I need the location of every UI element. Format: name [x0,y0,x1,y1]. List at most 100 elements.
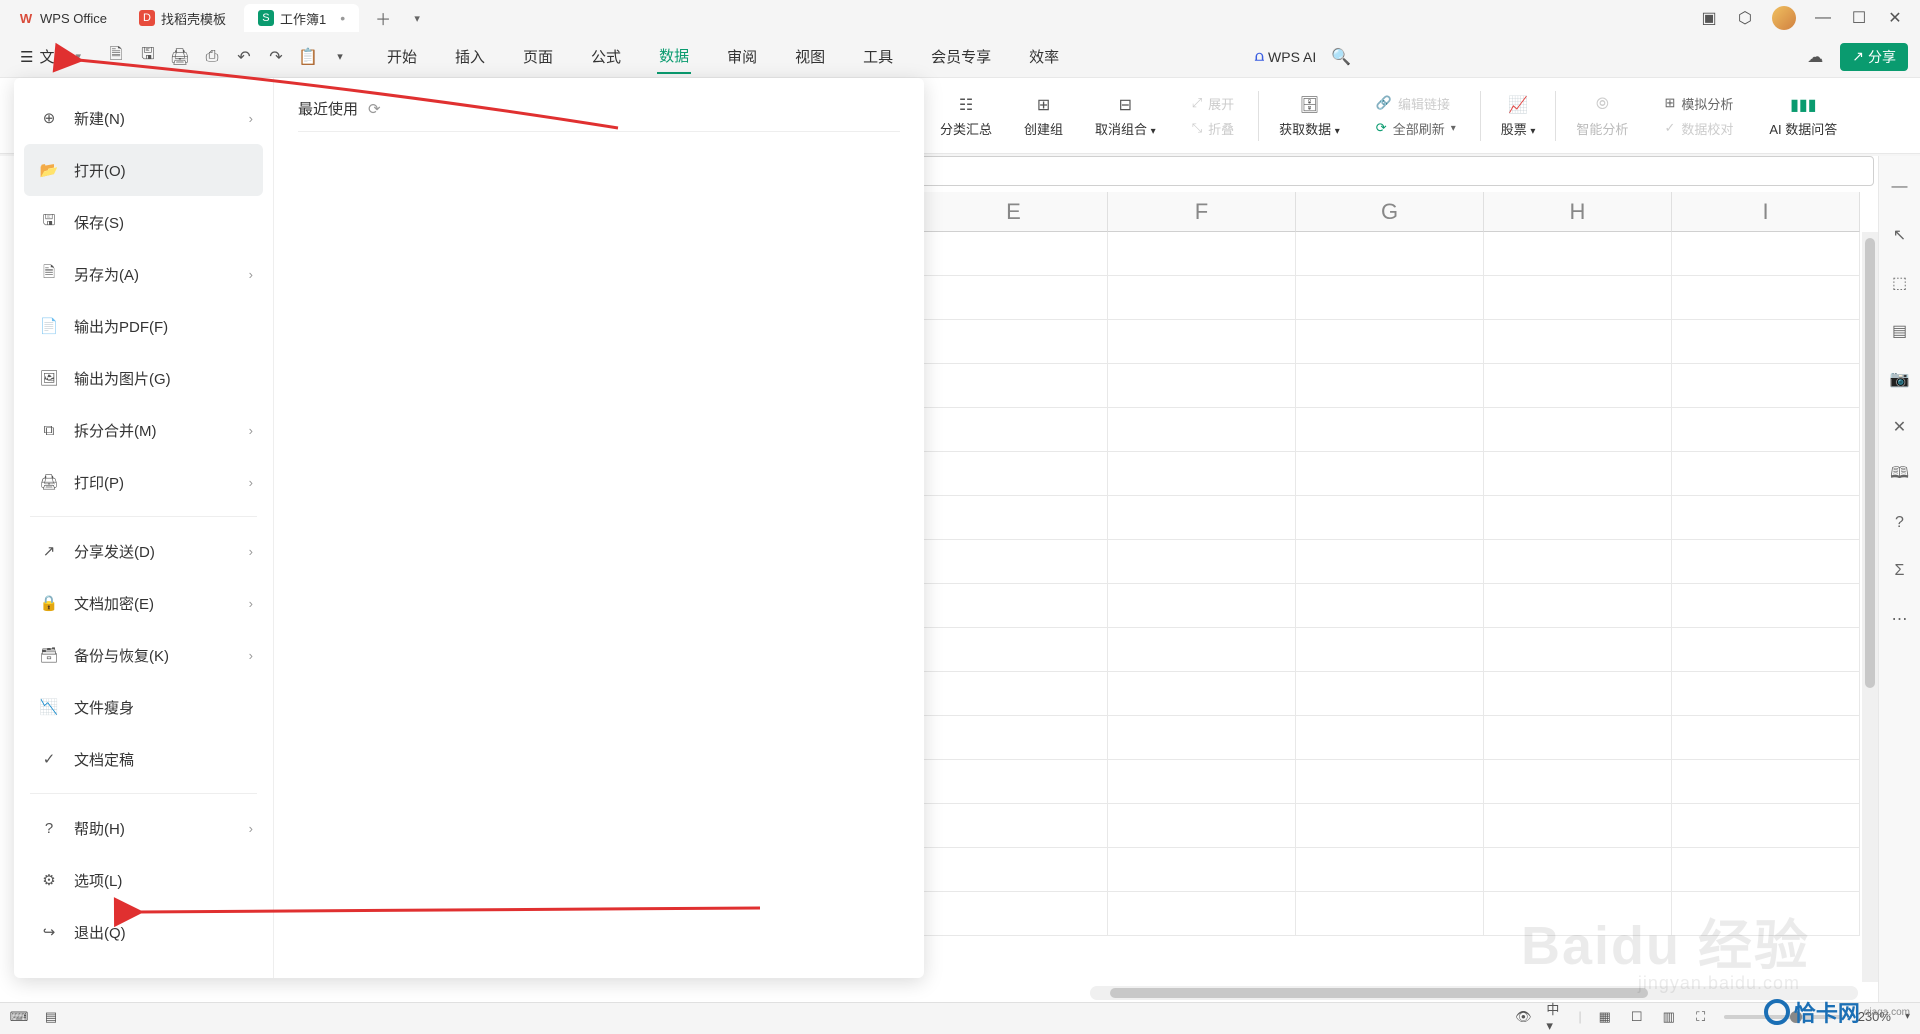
cell[interactable] [920,628,1108,672]
cell[interactable] [1672,848,1860,892]
cell[interactable] [920,496,1108,540]
view-break-icon[interactable]: ▥ [1660,1008,1678,1026]
grid[interactable] [920,232,1860,982]
cell[interactable] [920,716,1108,760]
column-header-F[interactable]: F [1108,192,1296,232]
menu-tab-会员专享[interactable]: 会员专享 [929,40,993,73]
cell[interactable] [1484,232,1672,276]
cell[interactable] [1296,276,1484,320]
cell[interactable] [920,452,1108,496]
cell[interactable] [1296,540,1484,584]
file-menu-item[interactable]: 📉文件瘦身 [24,681,263,733]
cell[interactable] [920,232,1108,276]
cell[interactable] [1108,672,1296,716]
template-tab[interactable]: D 找稻壳模板 [125,4,240,32]
file-menu-item[interactable]: ✓文档定稿 [24,733,263,785]
print-preview-icon[interactable]: ⎙ [203,48,221,66]
edit-link-button[interactable]: 🔗编辑链接 [1372,92,1454,115]
menu-tab-视图[interactable]: 视图 [793,40,827,73]
cell[interactable] [920,804,1108,848]
menu-tab-公式[interactable]: 公式 [589,40,623,73]
cell[interactable] [1108,408,1296,452]
cell[interactable] [1296,452,1484,496]
menu-tab-审阅[interactable]: 审阅 [725,40,759,73]
column-header-H[interactable]: H [1484,192,1672,232]
cell[interactable] [1296,760,1484,804]
datacheck-button[interactable]: ✓数据校对 [1660,117,1737,140]
column-header-I[interactable]: I [1672,192,1860,232]
menu-tab-工具[interactable]: 工具 [861,40,895,73]
keyboard-icon[interactable]: ⌨ [10,1008,28,1026]
refresh-icon[interactable]: ⟳ [368,100,381,118]
paste-icon[interactable]: 📋 [299,48,317,66]
ribbon-smart-analysis[interactable]: ⦾ 智能分析 [1564,82,1640,149]
cell[interactable] [1672,320,1860,364]
cell[interactable] [1108,584,1296,628]
cell[interactable] [1484,716,1672,760]
ribbon-subtotal[interactable]: ☷ 分类汇总 [928,82,1004,149]
ribbon-stock[interactable]: 📈 股票 ▾ [1489,82,1548,149]
cell[interactable] [1108,452,1296,496]
cell[interactable] [1108,540,1296,584]
file-menu-item[interactable]: ?帮助(H)› [24,802,263,854]
cell[interactable] [1672,760,1860,804]
cell[interactable] [1672,716,1860,760]
file-menu-item[interactable]: ⧉拆分合并(M)› [24,404,263,456]
cell[interactable] [1484,540,1672,584]
cell[interactable] [1672,276,1860,320]
cell[interactable] [1484,760,1672,804]
cell[interactable] [1672,892,1860,936]
cell[interactable] [1108,892,1296,936]
box-icon[interactable]: ⬡ [1736,9,1754,27]
file-menu-button[interactable]: ☰ 文件 ▾ [12,42,89,71]
cloud-up-icon[interactable]: ☁ [1806,48,1824,66]
share-button[interactable]: ↗ 分享 [1840,43,1908,71]
simulate-button[interactable]: ⊞模拟分析 [1660,92,1737,115]
file-menu-item[interactable]: ⊕新建(N)› [24,92,263,144]
help-icon[interactable]: ? [1889,512,1911,534]
save-icon[interactable]: 🖫 [139,48,157,66]
tab-dropdown-button[interactable]: ▾ [403,4,431,32]
vertical-scrollbar[interactable] [1862,232,1878,982]
file-menu-item[interactable]: 🗃备份与恢复(K)› [24,629,263,681]
view-normal-icon[interactable]: ▦ [1596,1008,1614,1026]
cell[interactable] [1484,848,1672,892]
cell[interactable] [1672,804,1860,848]
sheet-nav-icon[interactable]: ▤ [42,1008,60,1026]
cell[interactable] [1108,232,1296,276]
horizontal-scrollbar[interactable] [1090,986,1858,1000]
cell[interactable] [1296,496,1484,540]
cell[interactable] [1296,232,1484,276]
ribbon-ungroup[interactable]: ⊟ 取消组合 ▾ [1083,82,1168,149]
undo-icon[interactable]: ↶ [235,48,253,66]
sigma-icon[interactable]: Σ [1889,560,1911,582]
cell[interactable] [1484,672,1672,716]
file-menu-item[interactable]: 🖼输出为图片(G) [24,352,263,404]
cell[interactable] [1108,848,1296,892]
formula-bar[interactable] [920,156,1874,186]
ribbon-group-create[interactable]: ⊞ 创建组 [1012,82,1075,149]
search-icon[interactable]: 🔍 [1332,48,1350,66]
menu-tab-开始[interactable]: 开始 [385,40,419,73]
cell[interactable] [920,276,1108,320]
app-tab[interactable]: W WPS Office [4,4,121,32]
collapse-button[interactable]: ⤡折叠 [1188,117,1238,140]
cell[interactable] [1296,672,1484,716]
file-menu-item[interactable]: 🗎另存为(A)› [24,248,263,300]
cell[interactable] [1484,364,1672,408]
scroll-thumb[interactable] [1865,238,1875,688]
cell[interactable] [1108,496,1296,540]
qat-dropdown-icon[interactable]: ▾ [331,48,349,66]
column-header-E[interactable]: E [920,192,1108,232]
cell[interactable] [1672,584,1860,628]
print-icon[interactable]: 🖨 [171,48,189,66]
cell[interactable] [1296,848,1484,892]
cell[interactable] [1672,672,1860,716]
cell[interactable] [1108,320,1296,364]
menu-tab-页面[interactable]: 页面 [521,40,555,73]
cell[interactable] [1108,804,1296,848]
cell[interactable] [1672,496,1860,540]
cell[interactable] [920,584,1108,628]
cell[interactable] [1672,232,1860,276]
cell[interactable] [1108,716,1296,760]
